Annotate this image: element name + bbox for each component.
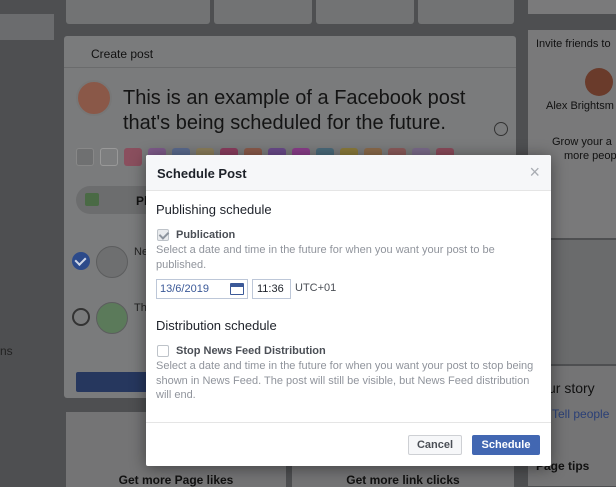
publish-time-value: 11:36 <box>257 283 284 295</box>
dialog-footer: Cancel Schedule <box>146 422 551 466</box>
top-tab-card <box>316 0 414 24</box>
publishing-help-text: Select a date and time in the future for… <box>156 244 495 271</box>
grow-audience-text: Grow your a more peop <box>552 135 616 163</box>
top-tab-card <box>418 0 514 24</box>
grow-line-1: Grow your a <box>552 136 612 148</box>
publish-date-input[interactable]: 13/6/2019 <box>156 279 248 299</box>
radio-selected-icon <box>72 252 90 270</box>
right-top-card <box>528 0 616 14</box>
timezone-label: UTC+01 <box>295 282 337 294</box>
promo-card-clicks-label: Get more link clicks <box>346 473 460 487</box>
tell-people-link: Tell people <box>552 407 610 421</box>
schedule-button[interactable]: Schedule <box>472 435 540 455</box>
publication-label[interactable]: Publication <box>176 229 235 241</box>
background-swatch <box>100 148 118 166</box>
friend-avatar <box>585 68 613 96</box>
news-feed-icon <box>96 246 128 278</box>
friend-name: Alex Brightsm <box>546 100 614 112</box>
right-mid-card <box>548 240 616 364</box>
calendar-icon[interactable] <box>230 283 244 295</box>
stop-distribution-label[interactable]: Stop News Feed Distribution <box>176 345 326 357</box>
publish-time-input[interactable]: 11:36 <box>252 279 291 299</box>
page-icon <box>96 302 128 334</box>
publish-date-value: 13/6/2019 <box>160 283 209 295</box>
emoji-icon <box>494 122 508 136</box>
cancel-button[interactable]: Cancel <box>408 435 462 455</box>
radio-unselected-icon <box>72 308 90 326</box>
promo-card-likes-label: Get more Page likes <box>118 473 234 487</box>
background-swatch <box>124 148 142 166</box>
grow-line-2: more peop <box>564 150 616 162</box>
publishing-schedule-heading: Publishing schedule <box>156 202 272 217</box>
stop-distribution-checkbox[interactable] <box>157 345 169 357</box>
chevron-left-icon <box>76 148 94 166</box>
share-now-button <box>76 372 148 392</box>
composer-title: Create post <box>91 47 154 61</box>
post-text-line-2: that's being scheduled for the future. <box>123 112 446 134</box>
distribution-help-text: Select a date and time in the future for… <box>156 360 534 401</box>
schedule-post-dialog: Schedule Post × Publishing schedule Publ… <box>146 155 551 466</box>
photo-icon <box>85 193 99 206</box>
post-text: This is an example of a Facebook post th… <box>123 86 465 136</box>
share-option-label: Th <box>134 302 147 314</box>
distribution-schedule-heading: Distribution schedule <box>156 318 277 333</box>
publication-checkbox[interactable] <box>157 229 169 241</box>
left-nav-fragment: ns <box>0 344 13 358</box>
left-nav-strip <box>0 14 54 40</box>
post-text-line-1: This is an example of a Facebook post <box>123 87 466 109</box>
dialog-header: Schedule Post × <box>146 155 551 191</box>
top-tab-card <box>214 0 312 24</box>
close-icon[interactable]: × <box>529 163 540 181</box>
invite-friends-heading: Invite friends to <box>536 38 611 50</box>
top-tab-card <box>66 0 210 24</box>
user-avatar <box>76 80 112 116</box>
composer-header: Create post <box>64 36 516 68</box>
story-heading: ur story <box>548 380 595 396</box>
dialog-title: Schedule Post <box>157 166 247 181</box>
